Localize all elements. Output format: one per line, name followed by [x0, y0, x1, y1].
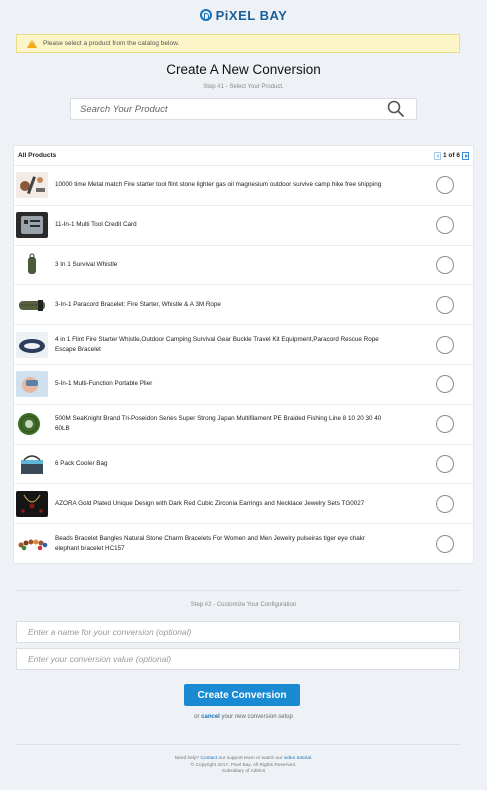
product-row[interactable]: 3-In-1 Paracord Bracelet: Fire Starter, … — [14, 285, 473, 326]
product-radio[interactable] — [436, 335, 454, 354]
cancel-suffix: your new conversion setup — [221, 714, 293, 720]
product-row[interactable]: AZORA Gold Plated Unique Design with Dar… — [14, 484, 473, 525]
whistle-icon — [16, 251, 48, 278]
page-title: Create A New Conversion — [166, 62, 321, 77]
beads-icon — [16, 531, 48, 558]
product-name: Beads Bracelet Bangles Natural Stone Cha… — [55, 535, 365, 553]
footer: Need help? Contact our support team or w… — [0, 756, 487, 776]
product-row[interactable]: 6 Pack Cooler Bag — [14, 445, 473, 485]
step2-label: Step #2 - Customize Your Configuration — [190, 602, 297, 608]
product-name: AZORA Gold Plated Unique Design with Dar… — [55, 499, 365, 507]
paracord-icon — [16, 291, 48, 318]
cooler-bag-icon — [16, 450, 48, 477]
plier-icon — [16, 371, 48, 398]
search-icon[interactable] — [386, 99, 406, 119]
contact-link[interactable]: Contact — [201, 756, 218, 761]
conversion-value-input[interactable] — [26, 653, 459, 665]
product-row[interactable]: 5-In-1 Multi-Function Portable Plier — [14, 365, 473, 405]
jewelry-icon — [16, 490, 48, 517]
conversion-value-field — [16, 648, 460, 670]
footer-divider — [16, 744, 460, 745]
product-name: 500M SeaKnight Brand Tri-Poseidon Series… — [55, 415, 382, 433]
create-conversion-button[interactable]: Create Conversion — [184, 684, 300, 706]
next-page-icon[interactable] — [462, 151, 469, 160]
product-row[interactable]: 4 in 1 Flint Fire Starter Whistle,Outdoo… — [14, 325, 473, 365]
pager: 1 of 6 — [434, 151, 469, 160]
product-row[interactable]: 500M SeaKnight Brand Tri-Poseidon Series… — [14, 405, 473, 445]
product-radio[interactable] — [436, 415, 454, 434]
product-name: 3 In 1 Survival Whistle — [55, 260, 118, 268]
fishing-line-icon — [16, 411, 48, 438]
alert-message: Please select a product from the catalog… — [43, 40, 180, 47]
step1-label: Step #1 - Select Your Product. — [203, 84, 284, 90]
product-row[interactable]: Beads Bracelet Bangles Natural Stone Cha… — [14, 524, 473, 564]
alert-banner: Please select a product from the catalog… — [16, 34, 460, 53]
products-panel: All Products 1 of 6 10000 time Metal mat… — [13, 145, 474, 564]
product-list: 10000 time Metal match Fire starter tool… — [14, 166, 473, 564]
brand-name: PiXEL BAY — [215, 7, 288, 23]
bracelet-icon — [16, 331, 48, 358]
product-radio[interactable] — [436, 494, 454, 513]
footer-help-end: . — [310, 756, 313, 761]
product-name: 5-In-1 Multi-Function Portable Plier — [55, 380, 153, 388]
product-radio[interactable] — [436, 216, 454, 235]
brand-logo[interactable]: PiXEL BAY — [199, 7, 288, 23]
product-radio[interactable] — [436, 375, 454, 394]
warning-icon — [27, 39, 37, 48]
multitool-card-icon — [16, 212, 48, 239]
product-radio[interactable] — [436, 535, 454, 554]
products-panel-title: All Products — [18, 152, 57, 159]
or-text: or — [194, 714, 200, 720]
cancel-line: or cancel your new conversion setup — [0, 714, 487, 720]
conversion-name-field — [16, 621, 460, 643]
product-row[interactable]: 10000 time Metal match Fire starter tool… — [14, 166, 473, 206]
product-name: 4 in 1 Flint Fire Starter Whistle,Outdoo… — [55, 335, 379, 353]
footer-help-middle: our support team or watch our — [218, 756, 283, 761]
pager-text: 1 of 6 — [443, 152, 460, 159]
product-radio[interactable] — [436, 255, 454, 274]
search-input[interactable] — [78, 99, 386, 119]
product-name: 10000 time Metal match Fire starter tool… — [55, 181, 382, 189]
product-name: 3-In-1 Paracord Bracelet: Fire Starter, … — [55, 300, 221, 308]
header: PiXEL BAY — [0, 0, 487, 30]
conversion-name-input[interactable] — [26, 626, 459, 638]
cancel-link[interactable]: cancel — [201, 714, 220, 720]
product-row[interactable]: 11-In-1 Multi Tool Credit Card — [14, 206, 473, 246]
footer-help-prefix: Need help? — [174, 756, 200, 761]
product-radio[interactable] — [436, 454, 454, 473]
product-name: 11-In-1 Multi Tool Credit Card — [55, 221, 137, 229]
video-tutorial-link[interactable]: video tutorial — [284, 756, 311, 761]
product-row[interactable]: 3 In 1 Survival Whistle — [14, 246, 473, 286]
section-divider — [16, 590, 460, 591]
fire-starter-icon — [16, 172, 48, 199]
footer-subsidiary: Subsidiary of Adtrics — [221, 769, 266, 774]
products-panel-header: All Products 1 of 6 — [14, 146, 473, 166]
product-radio[interactable] — [436, 176, 454, 195]
product-radio[interactable] — [436, 295, 454, 314]
logo-icon — [199, 9, 212, 21]
product-name: 6 Pack Cooler Bag — [55, 459, 108, 467]
prev-page-icon[interactable] — [434, 151, 442, 160]
search-bar — [70, 98, 417, 120]
